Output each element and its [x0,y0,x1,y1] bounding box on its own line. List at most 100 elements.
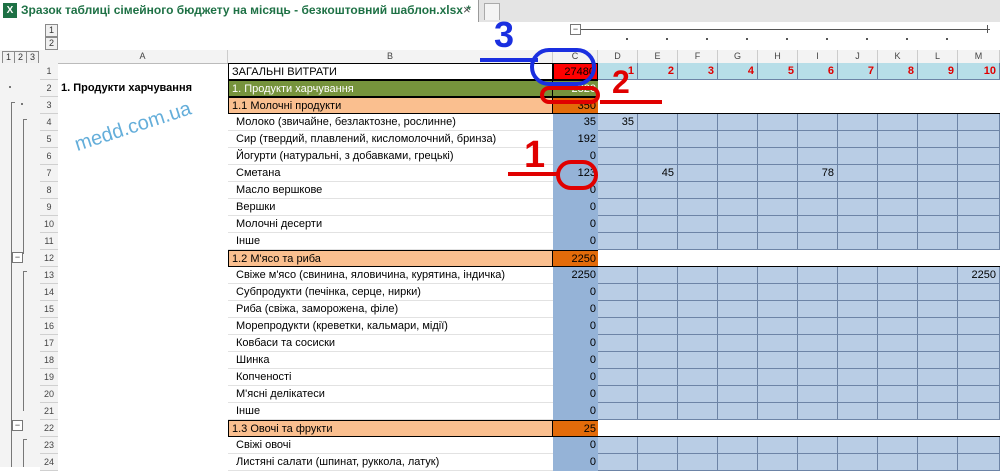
day-6-cell[interactable]: 78 [798,165,838,182]
day-3-cell[interactable] [678,369,718,386]
day-2-cell[interactable] [638,199,678,216]
day-9-cell[interactable] [918,454,958,471]
day-10-cell[interactable] [958,148,1000,165]
day-2-cell[interactable] [638,403,678,420]
day-3-cell[interactable] [678,454,718,471]
day-2-cell[interactable] [638,267,678,284]
row-number[interactable]: 10 [40,216,58,233]
day-10-cell[interactable] [958,284,1000,301]
category-name-cell[interactable] [58,301,228,318]
row-number[interactable]: 9 [40,199,58,216]
day-8-cell[interactable] [878,165,918,182]
item-total-cell[interactable]: 0 [553,437,598,454]
day-1-cell[interactable] [598,267,638,284]
day-2-cell[interactable] [638,216,678,233]
day-9-cell[interactable] [918,165,958,182]
day-2-cell[interactable] [638,131,678,148]
row-number[interactable]: 2 [40,80,58,97]
day-3-cell[interactable] [678,165,718,182]
collapse-group-22-button[interactable]: − [12,420,23,431]
day-6-cell[interactable] [798,454,838,471]
day-6-cell[interactable] [798,267,838,284]
day-10-cell[interactable] [958,114,1000,131]
row-number[interactable]: 18 [40,352,58,369]
day-3-cell[interactable] [678,199,718,216]
day-9-cell[interactable] [918,148,958,165]
workbook-tab[interactable]: X Зразок таблиці сімейного бюджету на мі… [0,0,479,22]
day-4-cell[interactable] [718,114,758,131]
row-number[interactable]: 20 [40,386,58,403]
day-2-cell[interactable] [638,301,678,318]
row-number[interactable]: 5 [40,131,58,148]
day-1-cell[interactable] [598,403,638,420]
day-2-cell[interactable] [638,437,678,454]
day-7-cell[interactable] [838,114,878,131]
day-9-cell[interactable] [918,386,958,403]
day-3-cell[interactable] [678,386,718,403]
day-5-cell[interactable] [758,352,798,369]
day-3-cell[interactable] [678,114,718,131]
day-header-f[interactable]: 3 [678,63,718,80]
item-total-cell[interactable]: 0 [553,284,598,301]
day-1-cell[interactable] [598,182,638,199]
category-header-cell[interactable]: 1.2 М'ясо та риба [228,250,553,267]
day-7-cell[interactable] [838,216,878,233]
category-name-cell[interactable]: 1. Продукти харчування [58,80,228,97]
day-7-cell[interactable] [838,148,878,165]
day-5-cell[interactable] [758,386,798,403]
day-1-cell[interactable] [598,233,638,250]
row-number[interactable]: 6 [40,148,58,165]
day-3-cell[interactable] [678,318,718,335]
day-2-cell[interactable] [638,386,678,403]
day-9-cell[interactable] [918,267,958,284]
category-name-cell[interactable] [58,335,228,352]
expense-item-cell[interactable]: Інше [228,403,553,420]
day-7-cell[interactable] [838,403,878,420]
day-4-cell[interactable] [718,369,758,386]
col-header-g[interactable]: G [718,50,758,63]
day-6-cell[interactable] [798,148,838,165]
day-1-cell[interactable] [598,437,638,454]
day-10-cell[interactable]: 2250 [958,267,1000,284]
expense-item-cell[interactable]: Молоко (звичайне, безлактозне, рослинне) [228,114,553,131]
day-7-cell[interactable] [838,165,878,182]
category-name-cell[interactable] [58,165,228,182]
day-1-cell[interactable] [598,131,638,148]
day-6-cell[interactable] [798,301,838,318]
category-name-cell[interactable] [58,318,228,335]
day-4-cell[interactable] [718,182,758,199]
day-5-cell[interactable] [758,131,798,148]
category-name-cell[interactable] [58,420,228,437]
row-number[interactable]: 17 [40,335,58,352]
day-8-cell[interactable] [878,131,918,148]
col-header-i[interactable]: I [798,50,838,63]
expense-item-cell[interactable]: Вершки [228,199,553,216]
col-header-d[interactable]: D [598,50,638,63]
day-1-cell[interactable] [598,216,638,233]
category-name-cell[interactable] [58,352,228,369]
day-4-cell[interactable] [718,318,758,335]
day-2-cell[interactable] [638,148,678,165]
category-name-cell[interactable] [58,403,228,420]
day-7-cell[interactable] [838,267,878,284]
day-8-cell[interactable] [878,318,918,335]
item-total-cell[interactable]: 0 [553,386,598,403]
expense-item-cell[interactable]: М'ясні делікатеси [228,386,553,403]
expense-item-cell[interactable]: Ковбаси та сосиски [228,335,553,352]
day-5-cell[interactable] [758,182,798,199]
day-2-cell[interactable] [638,369,678,386]
item-total-cell[interactable]: 2250 [553,267,598,284]
item-total-cell[interactable]: 192 [553,131,598,148]
day-10-cell[interactable] [958,165,1000,182]
day-9-cell[interactable] [918,131,958,148]
day-10-cell[interactable] [958,386,1000,403]
day-8-cell[interactable] [878,454,918,471]
expense-item-cell[interactable]: Масло вершкове [228,182,553,199]
day-8-cell[interactable] [878,267,918,284]
day-5-cell[interactable] [758,165,798,182]
day-4-cell[interactable] [718,165,758,182]
expense-item-cell[interactable]: Свіже м'ясо (свинина, яловичина, курятин… [228,267,553,284]
close-tab-icon[interactable]: × [463,2,471,17]
day-6-cell[interactable] [798,403,838,420]
category-name-cell[interactable] [58,233,228,250]
